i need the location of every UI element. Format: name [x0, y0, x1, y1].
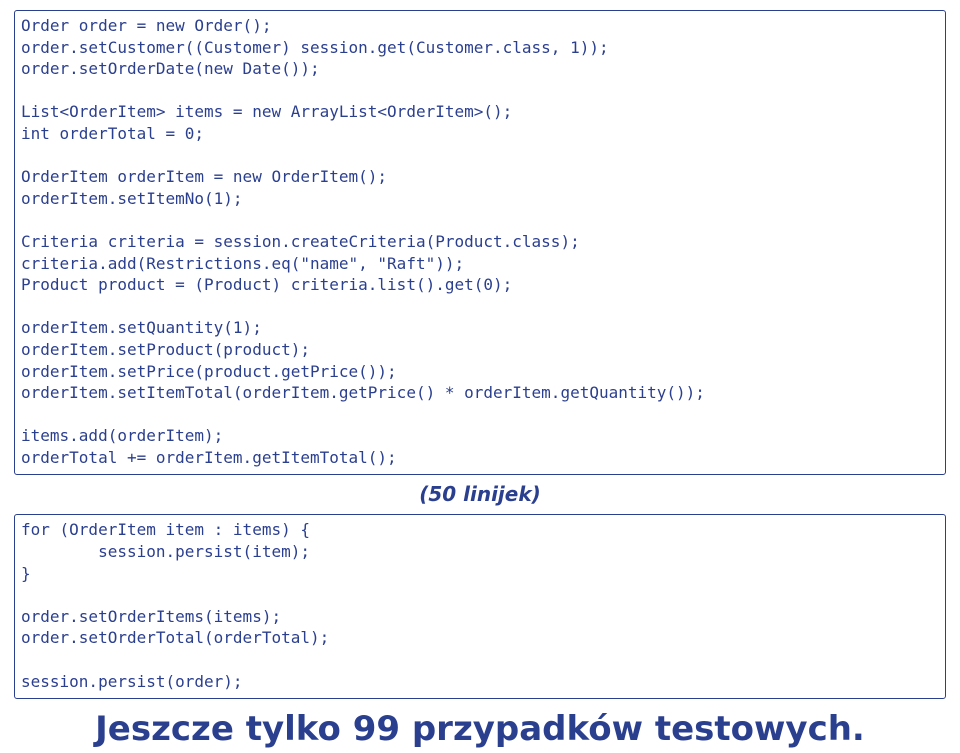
code-line: session.persist(order);	[21, 672, 243, 691]
code-line: orderTotal += orderItem.getItemTotal();	[21, 448, 397, 467]
code-line: orderItem.setItemNo(1);	[21, 189, 243, 208]
middle-caption: (50 linijek)	[14, 481, 946, 508]
code-block-2: for (OrderItem item : items) { session.p…	[14, 514, 946, 699]
code-line: order.setCustomer((Customer) session.get…	[21, 38, 609, 57]
slide: Order order = new Order(); order.setCust…	[0, 0, 960, 753]
headline-text: Jeszcze tylko 99 przypadków testowych.	[14, 707, 946, 753]
code-line: order.setOrderTotal(orderTotal);	[21, 628, 329, 647]
code-line: Product product = (Product) criteria.lis…	[21, 275, 512, 294]
code-line: orderItem.setItemTotal(orderItem.getPric…	[21, 383, 705, 402]
code-line: session.persist(item);	[21, 542, 310, 561]
code-line: orderItem.setPrice(product.getPrice());	[21, 362, 397, 381]
code-line: Order order = new Order();	[21, 16, 271, 35]
code-line: Criteria criteria = session.createCriter…	[21, 232, 580, 251]
code-line: List<OrderItem> items = new ArrayList<Or…	[21, 102, 512, 121]
code-line: items.add(orderItem);	[21, 426, 223, 445]
code-line: for (OrderItem item : items) {	[21, 520, 310, 539]
code-line: order.setOrderItems(items);	[21, 607, 281, 626]
code-line: int orderTotal = 0;	[21, 124, 204, 143]
code-line: criteria.add(Restrictions.eq("name", "Ra…	[21, 254, 464, 273]
code-line: order.setOrderDate(new Date());	[21, 59, 320, 78]
code-line: }	[21, 564, 31, 583]
code-block-1: Order order = new Order(); order.setCust…	[14, 10, 946, 475]
code-line: orderItem.setProduct(product);	[21, 340, 310, 359]
code-line: orderItem.setQuantity(1);	[21, 318, 262, 337]
code-line: OrderItem orderItem = new OrderItem();	[21, 167, 387, 186]
